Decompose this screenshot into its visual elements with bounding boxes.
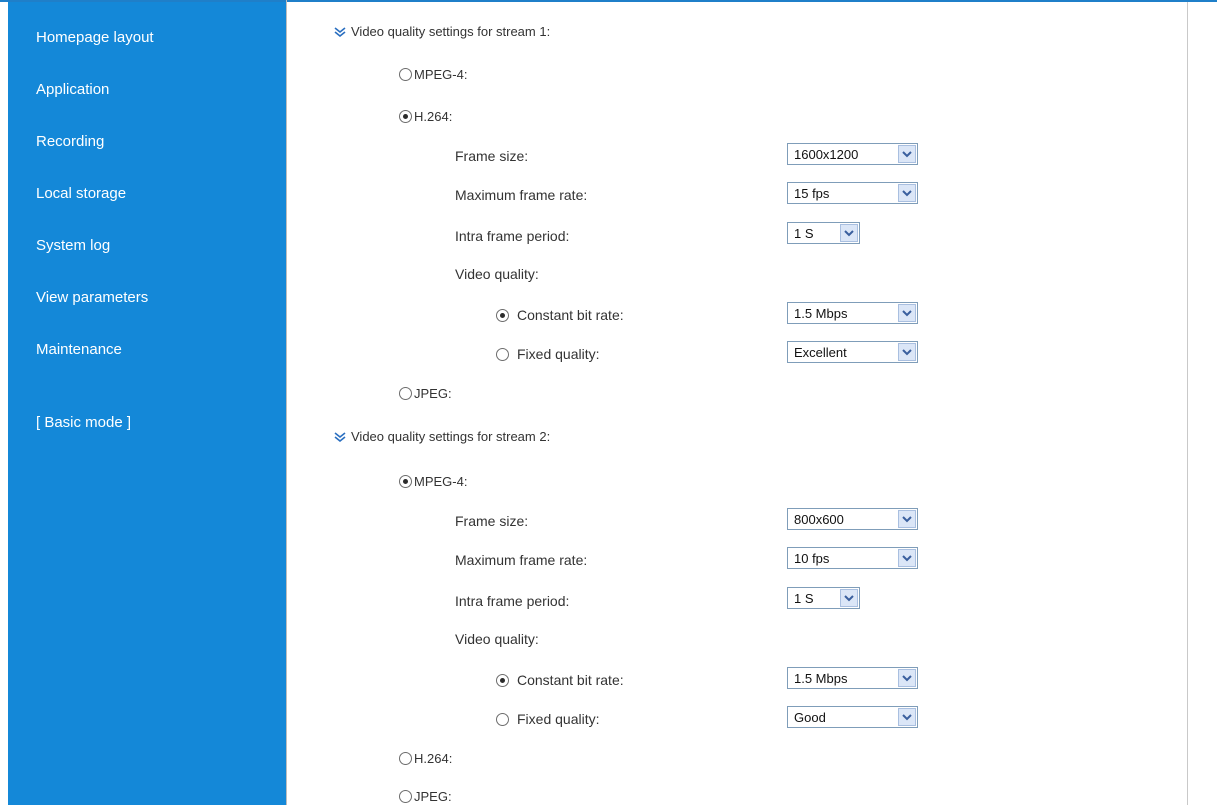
radio-button-selected[interactable] — [496, 673, 509, 687]
stream1-codec-mpeg4[interactable]: MPEG-4: — [399, 67, 467, 82]
stream2-cbr-option[interactable]: Constant bit rate: — [496, 672, 624, 688]
chevron-down-icon — [898, 184, 916, 202]
sidebar-item-system-log[interactable]: System log — [36, 237, 110, 254]
stream2-fixed-label: Fixed quality: — [517, 711, 600, 727]
content-divider — [286, 0, 287, 805]
sidebar-item-recording[interactable]: Recording — [36, 133, 104, 150]
chevron-down-icon — [898, 510, 916, 528]
chevron-down-icon — [840, 224, 858, 242]
sidebar-item-maintenance[interactable]: Maintenance — [36, 341, 122, 358]
chevron-down-icon — [898, 669, 916, 687]
sidebar-item-application[interactable]: Application — [36, 81, 109, 98]
stream2-codec-mpeg4[interactable]: MPEG-4: — [399, 474, 467, 489]
radio-button-selected[interactable] — [399, 110, 412, 123]
stream2-max-frame-rate-select[interactable]: 10 fps — [787, 547, 918, 569]
stream1-section-header[interactable]: Video quality settings for stream 1: — [333, 24, 550, 39]
stream2-video-quality-label: Video quality: — [455, 631, 539, 647]
select-value: 1600x1200 — [794, 146, 859, 162]
stream1-codec-mpeg4-label: MPEG-4: — [414, 67, 468, 82]
stream1-cbr-option[interactable]: Constant bit rate: — [496, 307, 624, 323]
stream1-video-quality-label: Video quality: — [455, 266, 539, 282]
select-value: 1.5 Mbps — [794, 305, 848, 321]
stream2-codec-jpeg-label: JPEG: — [414, 789, 452, 804]
stream2-intra-period-label: Intra frame period: — [455, 593, 570, 609]
stream2-header-label: Video quality settings for stream 2: — [351, 429, 551, 444]
basic-mode-link[interactable]: [ Basic mode ] — [36, 414, 131, 431]
right-divider — [1187, 2, 1188, 805]
stream1-intra-period-label: Intra frame period: — [455, 228, 570, 244]
radio-button-selected[interactable] — [496, 308, 509, 322]
stream1-fixed-label: Fixed quality: — [517, 346, 600, 362]
stream1-codec-jpeg[interactable]: JPEG: — [399, 386, 452, 401]
stream2-cbr-label: Constant bit rate: — [517, 672, 624, 688]
sidebar-item-homepage-layout[interactable]: Homepage layout — [36, 29, 154, 46]
stream2-intra-period-select[interactable]: 1 S — [787, 587, 860, 609]
chevron-down-icon — [898, 304, 916, 322]
chevron-down-icon — [840, 589, 858, 607]
stream2-frame-size-label: Frame size: — [455, 513, 529, 529]
select-value: Excellent — [794, 344, 847, 360]
chevron-down-icon — [898, 708, 916, 726]
stream2-codec-mpeg4-label: MPEG-4: — [414, 474, 468, 489]
select-value: 15 fps — [794, 185, 830, 201]
select-value: 1 S — [794, 590, 814, 606]
stream2-max-frame-rate-label: Maximum frame rate: — [455, 552, 588, 568]
stream2-section-header[interactable]: Video quality settings for stream 2: — [333, 429, 550, 444]
stream1-cbr-select[interactable]: 1.5 Mbps — [787, 302, 918, 324]
stream1-codec-jpeg-label: JPEG: — [414, 386, 452, 401]
stream1-max-frame-rate-select[interactable]: 15 fps — [787, 182, 918, 204]
chevron-down-icon — [898, 343, 916, 361]
stream2-codec-jpeg[interactable]: JPEG: — [399, 789, 452, 804]
chevron-down-icon — [898, 145, 916, 163]
stream2-fixed-option[interactable]: Fixed quality: — [496, 711, 599, 727]
stream1-max-frame-rate-label: Maximum frame rate: — [455, 187, 588, 203]
radio-button[interactable] — [399, 752, 412, 765]
stream1-frame-size-select[interactable]: 1600x1200 — [787, 143, 918, 165]
select-value: 1 S — [794, 225, 814, 241]
radio-button-selected[interactable] — [399, 475, 412, 488]
stream1-header-label: Video quality settings for stream 1: — [351, 24, 551, 39]
select-value: 10 fps — [794, 550, 830, 566]
stream1-codec-h264[interactable]: H.264: — [399, 109, 452, 124]
radio-button[interactable] — [399, 68, 412, 81]
select-value: 800x600 — [794, 511, 844, 527]
stream2-fixed-select[interactable]: Good — [787, 706, 918, 728]
stream1-fixed-option[interactable]: Fixed quality: — [496, 346, 599, 362]
sidebar-item-view-parameters[interactable]: View parameters — [36, 289, 148, 306]
sidebar: Homepage layout Application Recording Lo… — [8, 2, 286, 805]
double-chevron-down-icon — [334, 26, 346, 37]
radio-button[interactable] — [496, 712, 509, 726]
double-chevron-down-icon — [334, 431, 346, 442]
stream1-cbr-label: Constant bit rate: — [517, 307, 624, 323]
select-value: 1.5 Mbps — [794, 670, 848, 686]
stream1-codec-h264-label: H.264: — [414, 109, 453, 124]
radio-button[interactable] — [496, 347, 509, 361]
sidebar-item-local-storage[interactable]: Local storage — [36, 185, 126, 202]
stream2-frame-size-select[interactable]: 800x600 — [787, 508, 918, 530]
stream2-cbr-select[interactable]: 1.5 Mbps — [787, 667, 918, 689]
select-value: Good — [794, 709, 826, 725]
stream1-fixed-select[interactable]: Excellent — [787, 341, 918, 363]
radio-button[interactable] — [399, 387, 412, 400]
chevron-down-icon — [898, 549, 916, 567]
stream1-frame-size-label: Frame size: — [455, 148, 529, 164]
stream2-codec-h264[interactable]: H.264: — [399, 751, 452, 766]
radio-button[interactable] — [399, 790, 412, 803]
stream1-intra-period-select[interactable]: 1 S — [787, 222, 860, 244]
stream2-codec-h264-label: H.264: — [414, 751, 453, 766]
